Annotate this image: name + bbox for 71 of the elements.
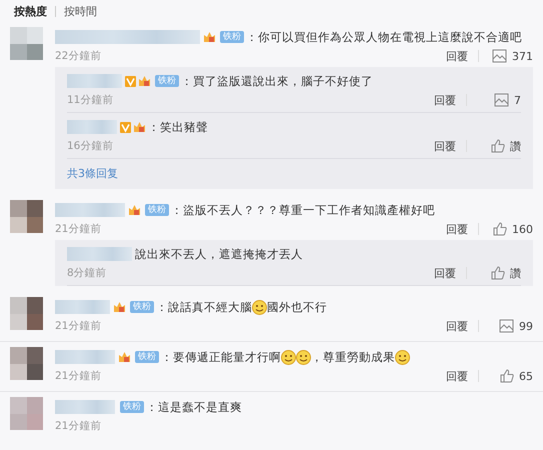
blurred-username [67, 74, 122, 88]
crown-icon [118, 351, 131, 363]
like-button[interactable]: 99 [489, 319, 533, 333]
like-button[interactable]: 371 [489, 49, 533, 63]
thumbs-up-icon [491, 139, 505, 153]
smiley-icon [296, 350, 311, 364]
fan-badge: 铁粉 [155, 75, 179, 87]
timestamp: 8分鐘前 [67, 266, 108, 280]
timestamp: 16分鐘前 [67, 139, 114, 153]
blurred-username [55, 300, 110, 314]
like-button[interactable]: 讚 [477, 138, 521, 154]
fan-badge: 铁粉 [220, 31, 244, 43]
timestamp: 21分鐘前 [55, 319, 102, 333]
like-button[interactable]: 讚 [477, 266, 521, 280]
crown-icon [133, 121, 146, 133]
comment-text: ：你可以買但作為公眾人物在電視上這麼說不合適吧 [246, 30, 522, 44]
reply-button[interactable]: 回覆 [434, 266, 456, 280]
smiley-icon [395, 350, 410, 364]
verified-icon [125, 76, 136, 86]
avatar [10, 297, 43, 330]
blurred-username [55, 400, 115, 414]
reply-button[interactable]: 回覆 [446, 48, 468, 64]
comment-text: ：笑出豬聲 [148, 120, 208, 134]
crown-icon [203, 31, 216, 43]
thumbs-up-icon [493, 222, 507, 236]
comment-text: ：這是蠢不是直爽 [146, 400, 242, 414]
blurred-username [67, 247, 132, 261]
timestamp: 11分鐘前 [67, 93, 114, 107]
sort-tab[interactable]: 按時間 [64, 4, 97, 18]
timestamp: 21分鐘前 [55, 222, 102, 236]
reply-button[interactable]: 回覆 [434, 92, 456, 108]
verified-icon [120, 122, 131, 132]
image-icon [494, 93, 509, 107]
reply-button[interactable]: 回覆 [446, 222, 468, 236]
blurred-username [67, 120, 117, 134]
like-button[interactable]: 7 [477, 93, 521, 107]
sort-tab[interactable]: 按熱度 [14, 4, 47, 18]
image-icon [492, 49, 507, 63]
fan-badge: 铁粉 [135, 351, 159, 363]
comment-text: 說出來不丟人，遮遮掩掩才丟人 [135, 246, 303, 262]
smiley-icon [252, 300, 267, 314]
crown-icon [113, 301, 126, 313]
fan-badge: 铁粉 [120, 401, 144, 413]
comment-text: ：說話真不經大腦 [156, 300, 252, 314]
fan-badge: 铁粉 [130, 301, 154, 313]
thumbs-up-icon [500, 369, 514, 383]
blurred-username [55, 350, 115, 364]
thumbs-up-icon [491, 266, 505, 280]
reply-button[interactable]: 回覆 [434, 138, 456, 154]
timestamp: 22分鐘前 [55, 49, 102, 63]
crown-icon [138, 75, 151, 87]
avatar [10, 200, 43, 233]
timestamp: 21分鐘前 [55, 369, 102, 383]
avatar [10, 397, 43, 430]
avatar [10, 27, 43, 60]
like-button[interactable]: 160 [489, 222, 533, 236]
blurred-username [55, 203, 125, 217]
crown-icon [128, 204, 141, 216]
reply-button[interactable]: 回覆 [446, 318, 468, 334]
timestamp: 21分鐘前 [55, 419, 102, 433]
fan-badge: 铁粉 [145, 204, 169, 216]
reply-button[interactable]: 回覆 [446, 368, 468, 384]
comment-text: ：買了盜版還說出來，腦子不好使了 [181, 74, 373, 88]
comment-text: ，尊重勞動成果 [311, 350, 395, 364]
comment-text: ：要傳遞正能量才行啊 [161, 350, 281, 364]
comment-text: ：盜版不丟人？？？尊重一下工作者知識產權好吧 [171, 202, 435, 218]
smiley-icon [281, 350, 296, 364]
comment-text: 國外也不行 [267, 300, 327, 314]
avatar [10, 347, 43, 380]
image-icon [499, 319, 514, 333]
like-button[interactable]: 65 [489, 369, 533, 383]
